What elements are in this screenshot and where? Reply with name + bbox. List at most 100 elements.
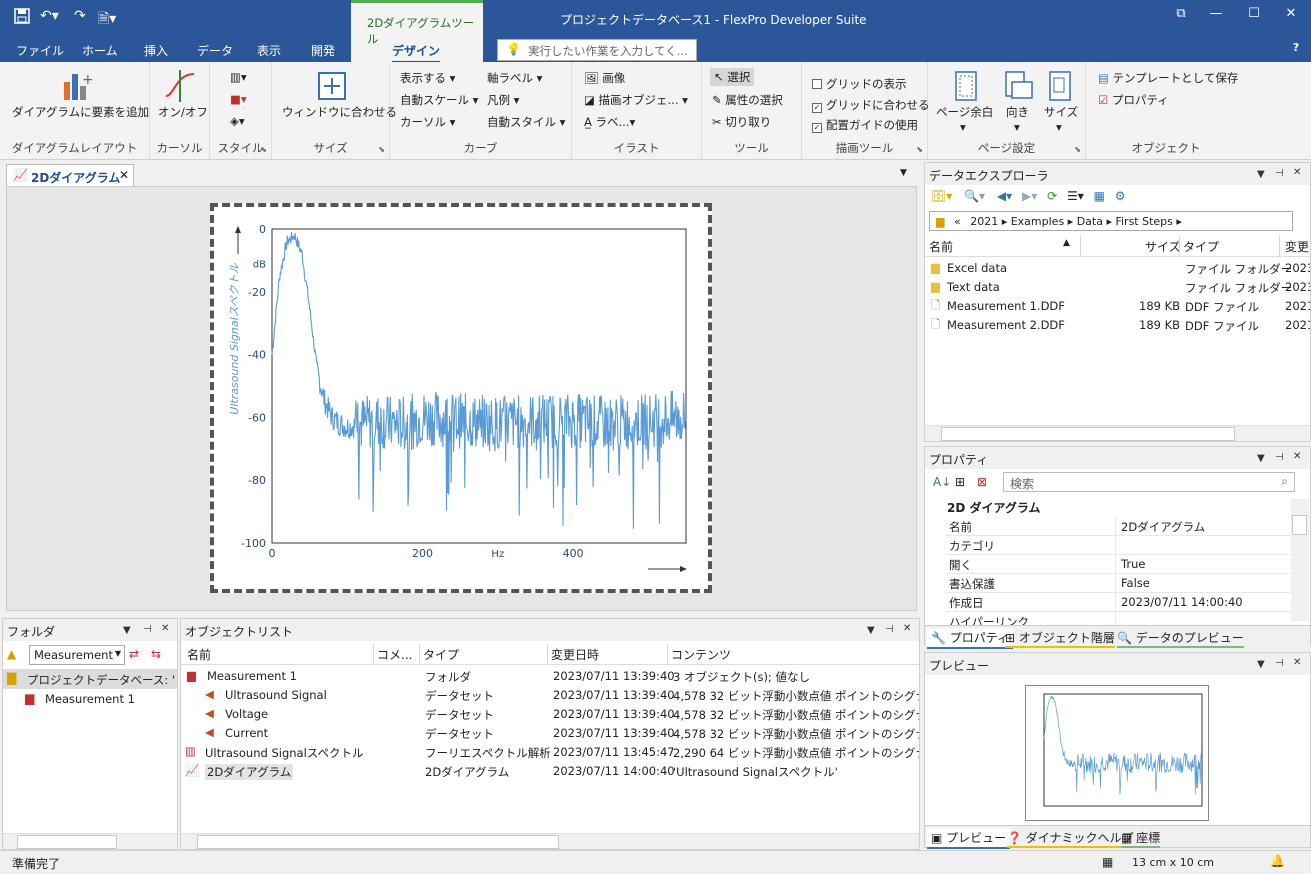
preview-close-icon[interactable]: ✕: [1293, 657, 1301, 668]
breadcrumb-data[interactable]: Data: [1077, 215, 1103, 228]
calc-icon[interactable]: ▦: [1094, 189, 1105, 203]
doc-dropdown-icon[interactable]: ▼: [900, 168, 907, 178]
label-button[interactable]: A̲ ラベ...▾: [584, 114, 635, 130]
tab-insert[interactable]: 挿入: [144, 42, 168, 59]
show-button[interactable]: 表示する ▾: [400, 70, 455, 86]
col-modified[interactable]: 変更日時: [551, 646, 599, 663]
view-icon[interactable]: ☰▾: [1067, 189, 1084, 203]
fill-style-icon[interactable]: ◈▾: [230, 114, 245, 128]
size-dropdown-icon[interactable]: ▾: [1056, 120, 1062, 134]
preview-menu-icon[interactable]: ▼: [1257, 659, 1265, 670]
col-type[interactable]: タイプ: [423, 646, 459, 663]
save-icon[interactable]: [14, 8, 30, 28]
guide-checkbox[interactable]: ✓ 配置ガイドの使用: [812, 117, 918, 133]
explorer-menu-icon[interactable]: ▼: [1257, 169, 1265, 180]
add-element-button[interactable]: ダイアグラムに要素を追加: [12, 104, 149, 120]
property-row[interactable]: カテゴリ: [945, 536, 1291, 555]
table-row[interactable]: ◀ Ultrasound Signal データセット 2023/07/11 13…: [181, 686, 919, 705]
tab-preview[interactable]: ▣ プレビュー: [927, 828, 1011, 849]
tab-2d-diagram[interactable]: 📈 2Dダイアグラム ✕: [6, 164, 134, 186]
refresh-icon[interactable]: ⟳: [1047, 189, 1057, 203]
col-name[interactable]: 名前: [929, 238, 953, 255]
cut-button[interactable]: ✂ 切り取り: [712, 114, 771, 130]
hierarchy-icon[interactable]: ⊞: [955, 475, 965, 489]
tab-home[interactable]: ホーム: [82, 42, 118, 59]
folder-select[interactable]: Measurement ▼: [29, 645, 125, 665]
list-item[interactable]: ▆ Excel data ファイル フォルダー 2023: [925, 259, 1310, 278]
bell-icon[interactable]: 🔔: [1270, 854, 1285, 868]
tab-object-hierarchy[interactable]: ⊞ オブジェクト階層: [1005, 629, 1115, 648]
axis-label-button[interactable]: 軸ラベル ▾: [487, 70, 542, 86]
size-launcher-icon[interactable]: ⬊: [378, 145, 385, 154]
folder-hscroll[interactable]: [3, 833, 177, 849]
props-vscroll[interactable]: [1291, 499, 1309, 621]
back-icon[interactable]: ◀▾: [997, 189, 1012, 203]
breadcrumb-2021[interactable]: 2021: [970, 215, 998, 228]
objlist-pin-icon[interactable]: ⊣: [885, 624, 894, 635]
tab-data[interactable]: データ: [197, 42, 233, 59]
orientation-button[interactable]: 向き: [1006, 104, 1029, 120]
table-row[interactable]: ◀ Current データセット 2023/07/11 13:39:40 4,5…: [181, 724, 919, 743]
folder-pin-icon[interactable]: ⊣: [143, 624, 152, 635]
property-row[interactable]: 書込保護 False: [945, 574, 1291, 593]
new-doc-icon[interactable]: 🗎▾: [98, 8, 116, 32]
property-row[interactable]: 作成日 2023/07/11 14:00:40: [945, 593, 1291, 612]
explorer-hscroll[interactable]: [925, 425, 1310, 441]
diagram-canvas[interactable]: 0 -20 -40 -60 -80 -100 0 200 400 dB Hz Ultrasound S…: [210, 203, 712, 593]
sort-az-icon[interactable]: A↓: [933, 475, 951, 489]
tab-develop[interactable]: 開発: [311, 42, 335, 59]
auto-style-button[interactable]: 自動スタイル ▾: [487, 114, 565, 130]
page-size-button[interactable]: サイズ: [1044, 104, 1078, 120]
col-name[interactable]: 名前: [187, 646, 211, 663]
tab-view[interactable]: 表示: [257, 42, 281, 59]
props-menu-icon[interactable]: ▼: [1257, 453, 1265, 464]
autoscale-button[interactable]: 自動スケール ▾: [400, 92, 478, 108]
cursor-dropdown-button[interactable]: カーソル ▾: [400, 114, 455, 130]
tab-data-preview[interactable]: 🔍 データのプレビュー: [1117, 629, 1244, 648]
property-row[interactable]: 開く True: [945, 555, 1291, 574]
page-launcher-icon[interactable]: ⬊: [1074, 145, 1081, 154]
folder-action2-icon[interactable]: ⇆: [151, 647, 161, 661]
list-item[interactable]: 🗋 Measurement 2.DDF 189 KB DDF ファイル 2021: [925, 316, 1310, 335]
fit-window-button[interactable]: ウィンドウに合わせる: [282, 104, 397, 120]
explorer-hscroll-thumb[interactable]: [941, 427, 1235, 441]
select-tool-button[interactable]: ↖ 選択: [710, 68, 755, 86]
breadcrumb-first-steps[interactable]: First Steps: [1115, 215, 1172, 228]
table-row[interactable]: ▥ Ultrasound Signalスペクトル フーリエスペクトル解析 202…: [181, 743, 919, 762]
objlist-hscroll[interactable]: [181, 833, 919, 849]
folder-up-icon[interactable]: ▲: [7, 647, 16, 661]
col-type[interactable]: タイプ: [1183, 238, 1219, 255]
close-button[interactable]: ✕: [1276, 6, 1306, 28]
folder-menu-icon[interactable]: ▼: [123, 625, 131, 636]
tell-me-input[interactable]: 💡 実行したい作業を入力してく...: [497, 39, 697, 61]
grid-show-checkbox[interactable]: グリッドの表示: [812, 76, 907, 92]
preview-pin-icon[interactable]: ⊣: [1275, 658, 1284, 669]
breadcrumb-examples[interactable]: Examples: [1011, 215, 1064, 228]
col-modified[interactable]: 変更: [1285, 238, 1309, 255]
explorer-pin-icon[interactable]: ⊣: [1275, 168, 1284, 179]
legend-button[interactable]: 凡例 ▾: [487, 92, 519, 108]
table-row[interactable]: ◀ Voltage データセット 2023/07/11 13:39:40 4,5…: [181, 705, 919, 724]
gear-icon[interactable]: ⚙: [1115, 189, 1126, 203]
explorer-close-icon[interactable]: ✕: [1293, 167, 1301, 178]
folder-item-measurement[interactable]: ▆ Measurement 1: [3, 689, 177, 709]
style-launcher-icon[interactable]: ⬊: [260, 145, 267, 154]
clear-icon[interactable]: ⊠: [977, 475, 987, 489]
folder-item-project[interactable]: ▇ プロジェクトデータベース: 'プロジェ: [3, 669, 177, 689]
breadcrumb[interactable]: ▆ « 2021 ▸ Examples ▸ Data ▸ First Steps…: [929, 211, 1293, 231]
objlist-menu-icon[interactable]: ▼: [867, 625, 875, 636]
objlist-hscroll-thumb[interactable]: [197, 835, 559, 849]
props-pin-icon[interactable]: ⊣: [1275, 452, 1284, 463]
image-button[interactable]: 🖼 画像: [584, 70, 625, 86]
tab-file[interactable]: ファイル: [16, 42, 64, 59]
forward-icon[interactable]: ▶▾: [1022, 189, 1037, 203]
table-row[interactable]: 📈 2Dダイアグラム 2Dダイアグラム 2023/07/11 14:00:40 …: [181, 762, 919, 781]
save-template-button[interactable]: ▤ テンプレートとして保存: [1098, 70, 1238, 86]
folder-close-icon[interactable]: ✕: [161, 623, 169, 634]
ribbon-display-icon[interactable]: ⧉: [1166, 6, 1196, 28]
list-item[interactable]: 🗋 Measurement 1.DDF 189 KB DDF ファイル 2021: [925, 297, 1310, 316]
col-contents[interactable]: コンテンツ: [671, 646, 731, 663]
col-size[interactable]: サイズ: [1145, 238, 1181, 255]
tab-dynamic-help[interactable]: ❓ ダイナミックヘルプ: [1007, 829, 1134, 848]
undo-icon[interactable]: ↶▾: [40, 8, 59, 24]
